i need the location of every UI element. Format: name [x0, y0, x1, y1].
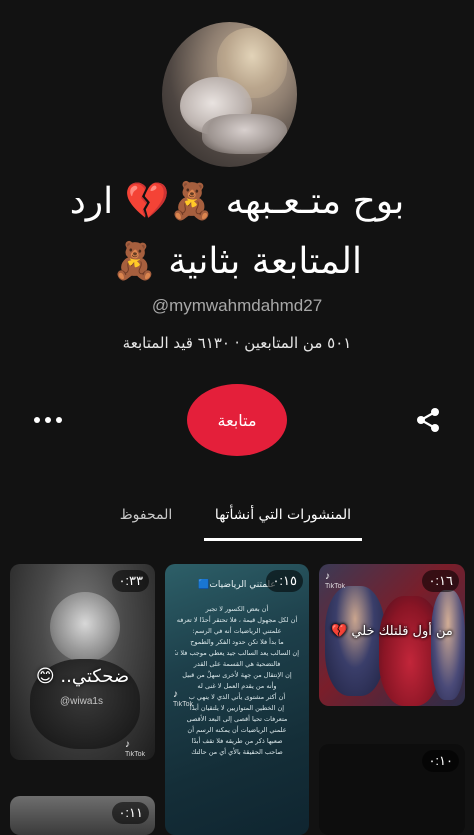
thumbnail-caption: من أول قلتلك خلي 💔 [331, 624, 453, 639]
thumbnail-text-block: أن بعض الكسور لا تجبر أن لكل مجهول قيمة … [175, 605, 299, 756]
share-icon[interactable] [414, 406, 442, 434]
tiktok-watermark: ♪ TikTok [173, 689, 193, 709]
video-duration-badge: ٠:١٥ [266, 570, 303, 592]
video-duration-badge: ٠:١١ [112, 802, 149, 824]
video-duration-badge: ٠:١٦ [422, 570, 459, 592]
tab-created-posts[interactable]: المنشورات التي أنشأتها [204, 507, 362, 523]
tiktok-watermark: ♪ TikTok [125, 739, 145, 759]
profile-name-line2: المتابعة بثانية 🧸 [111, 241, 363, 282]
follow-stats[interactable]: ٥٠١ من المتابعين · ٦١٣٠ قيد المتابعة [0, 334, 474, 352]
thumbnail-figure-left [325, 586, 385, 696]
video-duration-badge: ٠:٣٣ [112, 570, 149, 592]
tiktok-watermark: ♪ TikTok [325, 571, 345, 591]
profile-handle: @mymwahmdahmd27 [151, 296, 323, 315]
thumbnail-caption: ضحكتي.. 😊 [35, 666, 130, 687]
video-thumbnail-1[interactable]: ضحكتي.. 😊 @wiwa1s ♪ TikTok ٠:٣٣ [10, 564, 155, 760]
profile-name-line1: ﺑﻮﺡ ﻣﺘـﻌـﺒﻬﻪ 🧸💔 ارد [69, 181, 405, 222]
tab-saved[interactable]: المحفوظ [110, 507, 182, 523]
video-thumbnail-4[interactable]: ٠:١٠ [319, 744, 465, 835]
video-duration-badge: ٠:١٠ [422, 750, 459, 772]
avatar-arm [202, 114, 287, 154]
thumbnail-handle: @wiwa1s [60, 696, 103, 707]
follow-button[interactable]: متابعة [187, 384, 287, 456]
profile-avatar[interactable] [162, 22, 297, 167]
video-thumbnail-5[interactable]: ٠:١١ [10, 796, 155, 835]
more-horizontal-icon[interactable] [34, 410, 62, 430]
thumbnail-figure-right [431, 590, 465, 700]
active-tab-indicator [204, 538, 362, 541]
thumbnail-figure-face [50, 592, 120, 662]
video-thumbnail-3[interactable]: من أول قلتلك خلي 💔 ♪ TikTok ٠:١٦ [319, 564, 465, 706]
video-thumbnail-2[interactable]: علمتني الرياضيات🟦 أن بعض الكسور لا تجبر … [165, 564, 309, 835]
